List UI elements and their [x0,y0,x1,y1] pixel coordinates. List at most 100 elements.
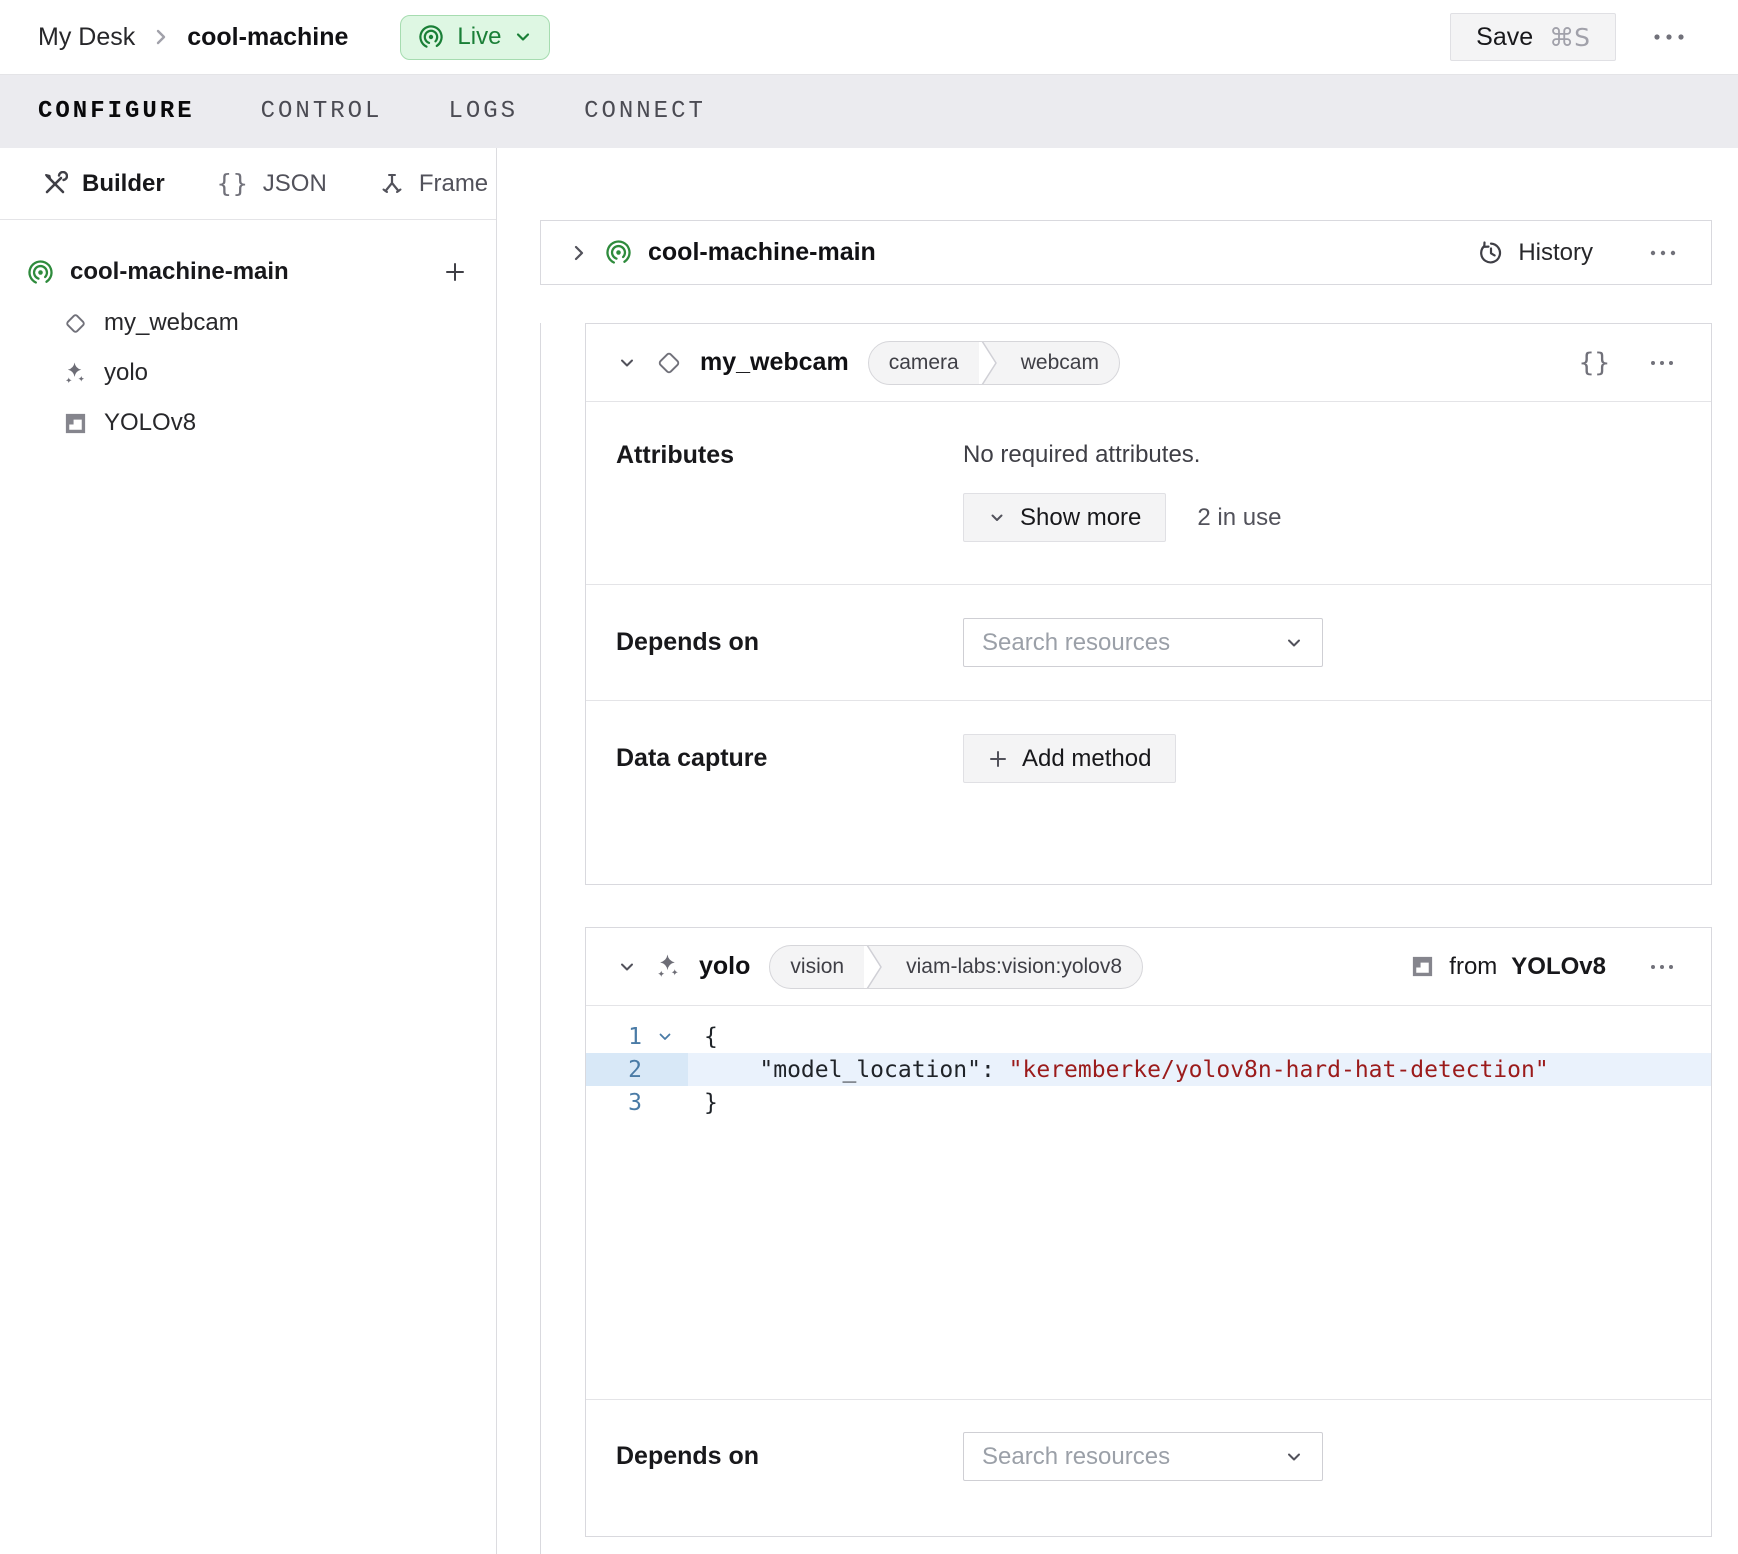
history-clock-icon [1478,240,1504,266]
add-method-label: Add method [1022,745,1151,773]
live-label: Live [457,23,501,51]
depends-on-section: Depends on Search resources [586,1399,1711,1536]
from-module-name: YOLOv8 [1511,953,1606,981]
tab-connect[interactable]: CONNECT [584,98,706,125]
from-module-link[interactable]: from YOLOv8 [1410,953,1606,981]
attributes-value: No required attributes. Show more 2 in u… [963,440,1281,542]
sparkles-service-icon [655,953,682,980]
braces-icon: {} [217,169,249,198]
save-shortcut: ⌘S [1549,23,1590,52]
card-collapse-button[interactable] [616,352,638,374]
frame-axes-icon [379,171,405,197]
code-line: 3 } [586,1086,1711,1119]
badge-divider-icon [864,945,886,989]
api-badge: camera [869,351,979,375]
attributes-json-editor[interactable]: 1 { 2 [586,1005,1711,1399]
data-capture-section: Data capture Add method [586,700,1711,884]
mode-json[interactable]: {} JSON [217,169,327,198]
tree-item-label: my_webcam [104,309,239,337]
machine-part-icon [27,259,54,286]
tree-item-machine-part[interactable]: cool-machine-main [0,246,496,298]
chevron-down-icon [514,28,532,46]
broadcast-icon [418,24,444,50]
view-mode-toolbar: Builder {} JSON Frame [0,148,496,220]
live-status-badge[interactable]: Live [400,15,550,60]
breadcrumb-separator-icon [153,25,169,49]
module-icon [63,411,88,436]
attributes-in-use-count: 2 in use [1197,504,1281,532]
history-button[interactable]: History [1478,239,1593,267]
json-key: "model_location" [759,1057,981,1083]
code-line-active: 2 "model_location": "keremberke/yolov8n-… [586,1053,1711,1086]
api-badge: vision [770,955,864,979]
tree-item-label: YOLOv8 [104,409,196,437]
tree-item-yolo[interactable]: yolo [0,348,496,398]
webcam-resource-card: my_webcam camera webcam {} [585,323,1712,885]
topbar-actions: Save ⌘S [1450,13,1692,61]
camera-component-icon [655,349,683,377]
show-more-button[interactable]: Show more [963,493,1166,542]
part-resources-container: my_webcam camera webcam {} [540,323,1712,1554]
part-title: cool-machine-main [648,238,876,267]
tab-configure[interactable]: CONFIGURE [38,98,195,125]
badge-divider-icon [979,341,1001,385]
mode-frame-label: Frame [419,170,488,198]
overflow-menu-button[interactable] [1646,26,1692,48]
data-capture-label: Data capture [616,734,963,783]
resource-menu-button[interactable] [1643,353,1681,373]
config-sidebar: Builder {} JSON Frame co [0,148,497,1554]
builder-tools-icon [42,171,68,197]
tree-item-my-webcam[interactable]: my_webcam [0,298,496,348]
resource-menu-button[interactable] [1643,957,1681,977]
edit-json-button[interactable]: {} [1579,348,1610,378]
module-icon [1410,954,1435,979]
code-text: "model_location": "keremberke/yolov8n-ha… [688,1053,1711,1086]
attributes-section: Attributes No required attributes. Show … [586,401,1711,584]
kebab-icon [1652,32,1686,42]
save-button[interactable]: Save ⌘S [1450,13,1616,61]
breadcrumb-parent-link[interactable]: My Desk [38,23,135,52]
code-text: } [688,1086,1711,1119]
kebab-icon [1649,249,1677,257]
mode-builder[interactable]: Builder [42,170,165,198]
depends-on-select[interactable]: Search resources [963,1432,1323,1481]
line-number: 1 [586,1024,642,1050]
tab-control[interactable]: CONTROL [261,98,383,125]
chevron-down-icon [1284,633,1304,653]
part-menu-button[interactable] [1643,243,1683,263]
code-text: { [688,1020,1711,1053]
tab-logs[interactable]: LOGS [448,98,518,125]
code-fold-toggle[interactable] [642,1029,688,1045]
chevron-down-icon [988,509,1006,527]
mode-builder-label: Builder [82,170,165,198]
resource-type-badge: vision viam-labs:vision:yolov8 [769,945,1143,989]
tree-item-yolov8-module[interactable]: YOLOv8 [0,398,496,448]
machine-part-header-card: cool-machine-main History [540,220,1712,285]
json-string-value: "keremberke/yolov8n-hard-hat-detection" [1009,1057,1549,1083]
mode-json-label: JSON [263,170,327,198]
save-label: Save [1476,23,1533,52]
depends-on-placeholder: Search resources [982,629,1170,657]
from-prefix: from [1449,953,1497,981]
code-line: 1 { [586,1020,1711,1053]
add-resource-button[interactable] [444,261,466,283]
card-collapse-button[interactable] [616,956,638,978]
history-label: History [1518,239,1593,267]
add-method-button[interactable]: Add method [963,734,1176,783]
model-badge: webcam [1001,351,1119,375]
kebab-icon [1649,963,1675,971]
part-collapse-button[interactable] [569,241,589,265]
chevron-right-icon [569,241,589,265]
webcam-card-header: my_webcam camera webcam {} [586,324,1711,401]
tree-root-label: cool-machine-main [70,258,289,286]
show-more-label: Show more [1020,504,1141,532]
depends-on-select[interactable]: Search resources [963,618,1323,667]
machine-part-icon [605,239,632,266]
mode-frame[interactable]: Frame [379,170,488,198]
kebab-icon [1649,359,1675,367]
resource-type-badge: camera webcam [868,341,1120,385]
chevron-down-icon [616,956,638,978]
code-indent [704,1057,759,1083]
attributes-label: Attributes [616,440,963,470]
attributes-empty-text: No required attributes. [963,440,1281,470]
